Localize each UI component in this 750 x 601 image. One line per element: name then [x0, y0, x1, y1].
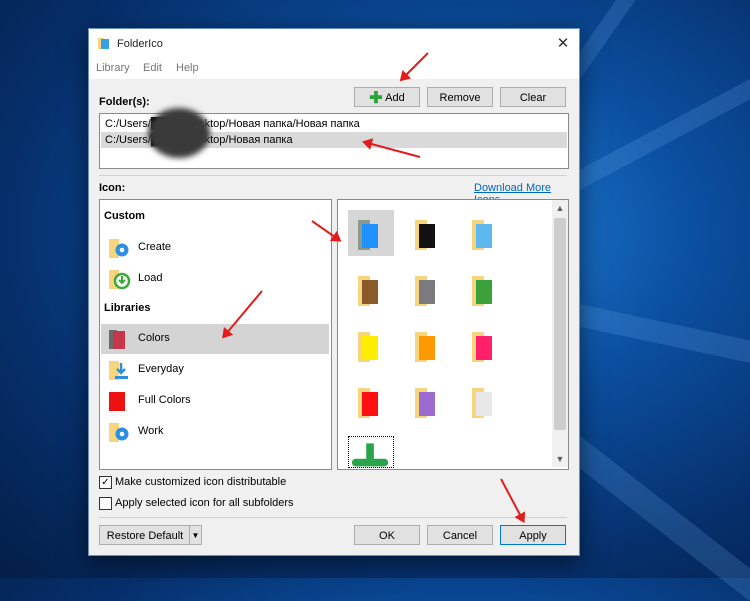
- colored-folder-icon: [358, 386, 384, 418]
- icon-cell[interactable]: [462, 378, 508, 424]
- ok-button[interactable]: OK: [354, 525, 420, 545]
- close-button[interactable]: ✕: [547, 29, 579, 59]
- colored-folder-icon: [472, 218, 498, 250]
- custom-section-header: Custom: [104, 210, 145, 222]
- clear-button[interactable]: Clear: [500, 87, 566, 107]
- icon-cell[interactable]: [462, 210, 508, 256]
- icon-cell[interactable]: [405, 378, 451, 424]
- add-button[interactable]: ✚ Add: [354, 87, 420, 107]
- remove-button[interactable]: Remove: [427, 87, 493, 107]
- desktop-light-ray: [560, 0, 723, 90]
- colored-folder-icon: [358, 330, 384, 362]
- icon-grid-scrollbar[interactable]: ▲ ▼: [552, 200, 568, 467]
- menu-library[interactable]: Library: [96, 62, 130, 74]
- icon-library-list[interactable]: Custom Create Load Libraries Colors Ever…: [99, 199, 332, 470]
- icon-cell[interactable]: [348, 322, 394, 368]
- redacted-username: [148, 108, 210, 158]
- gear-folder-icon: [109, 423, 129, 442]
- close-icon: ✕: [556, 35, 570, 52]
- colored-folder-icon: [472, 330, 498, 362]
- colored-folder-icon: [358, 274, 384, 306]
- chevron-down-icon: ▼: [191, 531, 200, 540]
- icon-cell[interactable]: [348, 210, 394, 256]
- icon-cell[interactable]: [462, 322, 508, 368]
- checkmark-icon: ✓: [101, 477, 110, 488]
- apply-button[interactable]: Apply: [500, 525, 566, 545]
- folders-label: Folder(s):: [99, 96, 150, 108]
- folder-list[interactable]: C:/Users/████/Desktop/Новая папка/Новая …: [99, 108, 569, 169]
- download-folder-icon: [109, 361, 128, 380]
- cancel-button[interactable]: Cancel: [427, 525, 493, 545]
- title-bar: FolderIco ✕: [89, 29, 579, 59]
- list-item-work[interactable]: Work: [101, 417, 329, 447]
- separator: [99, 517, 567, 518]
- colored-folder-icon: [415, 386, 441, 418]
- icon-cell[interactable]: [405, 266, 451, 312]
- scrollbar-thumb[interactable]: [554, 218, 566, 430]
- gear-folder-icon: [109, 239, 129, 258]
- icon-grid[interactable]: ▲ ▼: [337, 199, 569, 470]
- green-folder-icon: [351, 443, 389, 467]
- colors-folder-icon: [109, 330, 125, 349]
- plus-icon: ✚: [369, 90, 383, 107]
- menu-edit[interactable]: Edit: [143, 62, 162, 74]
- icon-cell-partial[interactable]: [348, 436, 394, 468]
- list-item-full-colors[interactable]: Full Colors: [101, 386, 329, 416]
- folderico-window: FolderIco ✕ Library Edit Help Folder(s):…: [88, 28, 580, 556]
- icon-cell[interactable]: [462, 266, 508, 312]
- restore-default-dropdown[interactable]: ▼: [189, 525, 202, 545]
- icon-cell[interactable]: [348, 378, 394, 424]
- list-item-everyday[interactable]: Everyday: [101, 355, 329, 385]
- separator: [99, 175, 567, 176]
- libraries-section-header: Libraries: [104, 302, 151, 314]
- scroll-up-icon[interactable]: ▲: [552, 200, 568, 216]
- list-item-load[interactable]: Load: [101, 264, 329, 294]
- app-folder-icon: [98, 38, 109, 49]
- icon-cell[interactable]: [348, 266, 394, 312]
- colored-folder-icon: [472, 386, 498, 418]
- menu-help[interactable]: Help: [176, 62, 199, 74]
- window-title: FolderIco: [117, 38, 163, 50]
- restore-default-button[interactable]: Restore Default: [99, 525, 191, 545]
- menu-bar: Library Edit Help: [89, 59, 579, 79]
- desktop-light-ray: [555, 300, 750, 376]
- red-folder-icon: [109, 392, 125, 411]
- colored-folder-icon: [415, 274, 441, 306]
- icon-cell[interactable]: [405, 210, 451, 256]
- colored-folder-icon: [415, 218, 441, 250]
- list-item-create[interactable]: Create: [101, 233, 329, 263]
- scroll-down-icon[interactable]: ▼: [552, 451, 568, 467]
- list-item-colors[interactable]: Colors: [101, 324, 329, 354]
- distributable-label: Make customized icon distributable: [115, 476, 287, 488]
- desktop-light-ray: [560, 57, 750, 196]
- colored-folder-icon: [358, 218, 384, 250]
- colored-folder-icon: [415, 330, 441, 362]
- subfolders-checkbox[interactable]: [99, 497, 112, 510]
- subfolders-label: Apply selected icon for all subfolders: [115, 497, 294, 509]
- icon-label: Icon:: [99, 182, 126, 194]
- icon-cell[interactable]: [405, 322, 451, 368]
- distributable-checkbox[interactable]: ✓: [99, 476, 112, 489]
- load-folder-icon: [109, 270, 131, 289]
- colored-folder-icon: [472, 274, 498, 306]
